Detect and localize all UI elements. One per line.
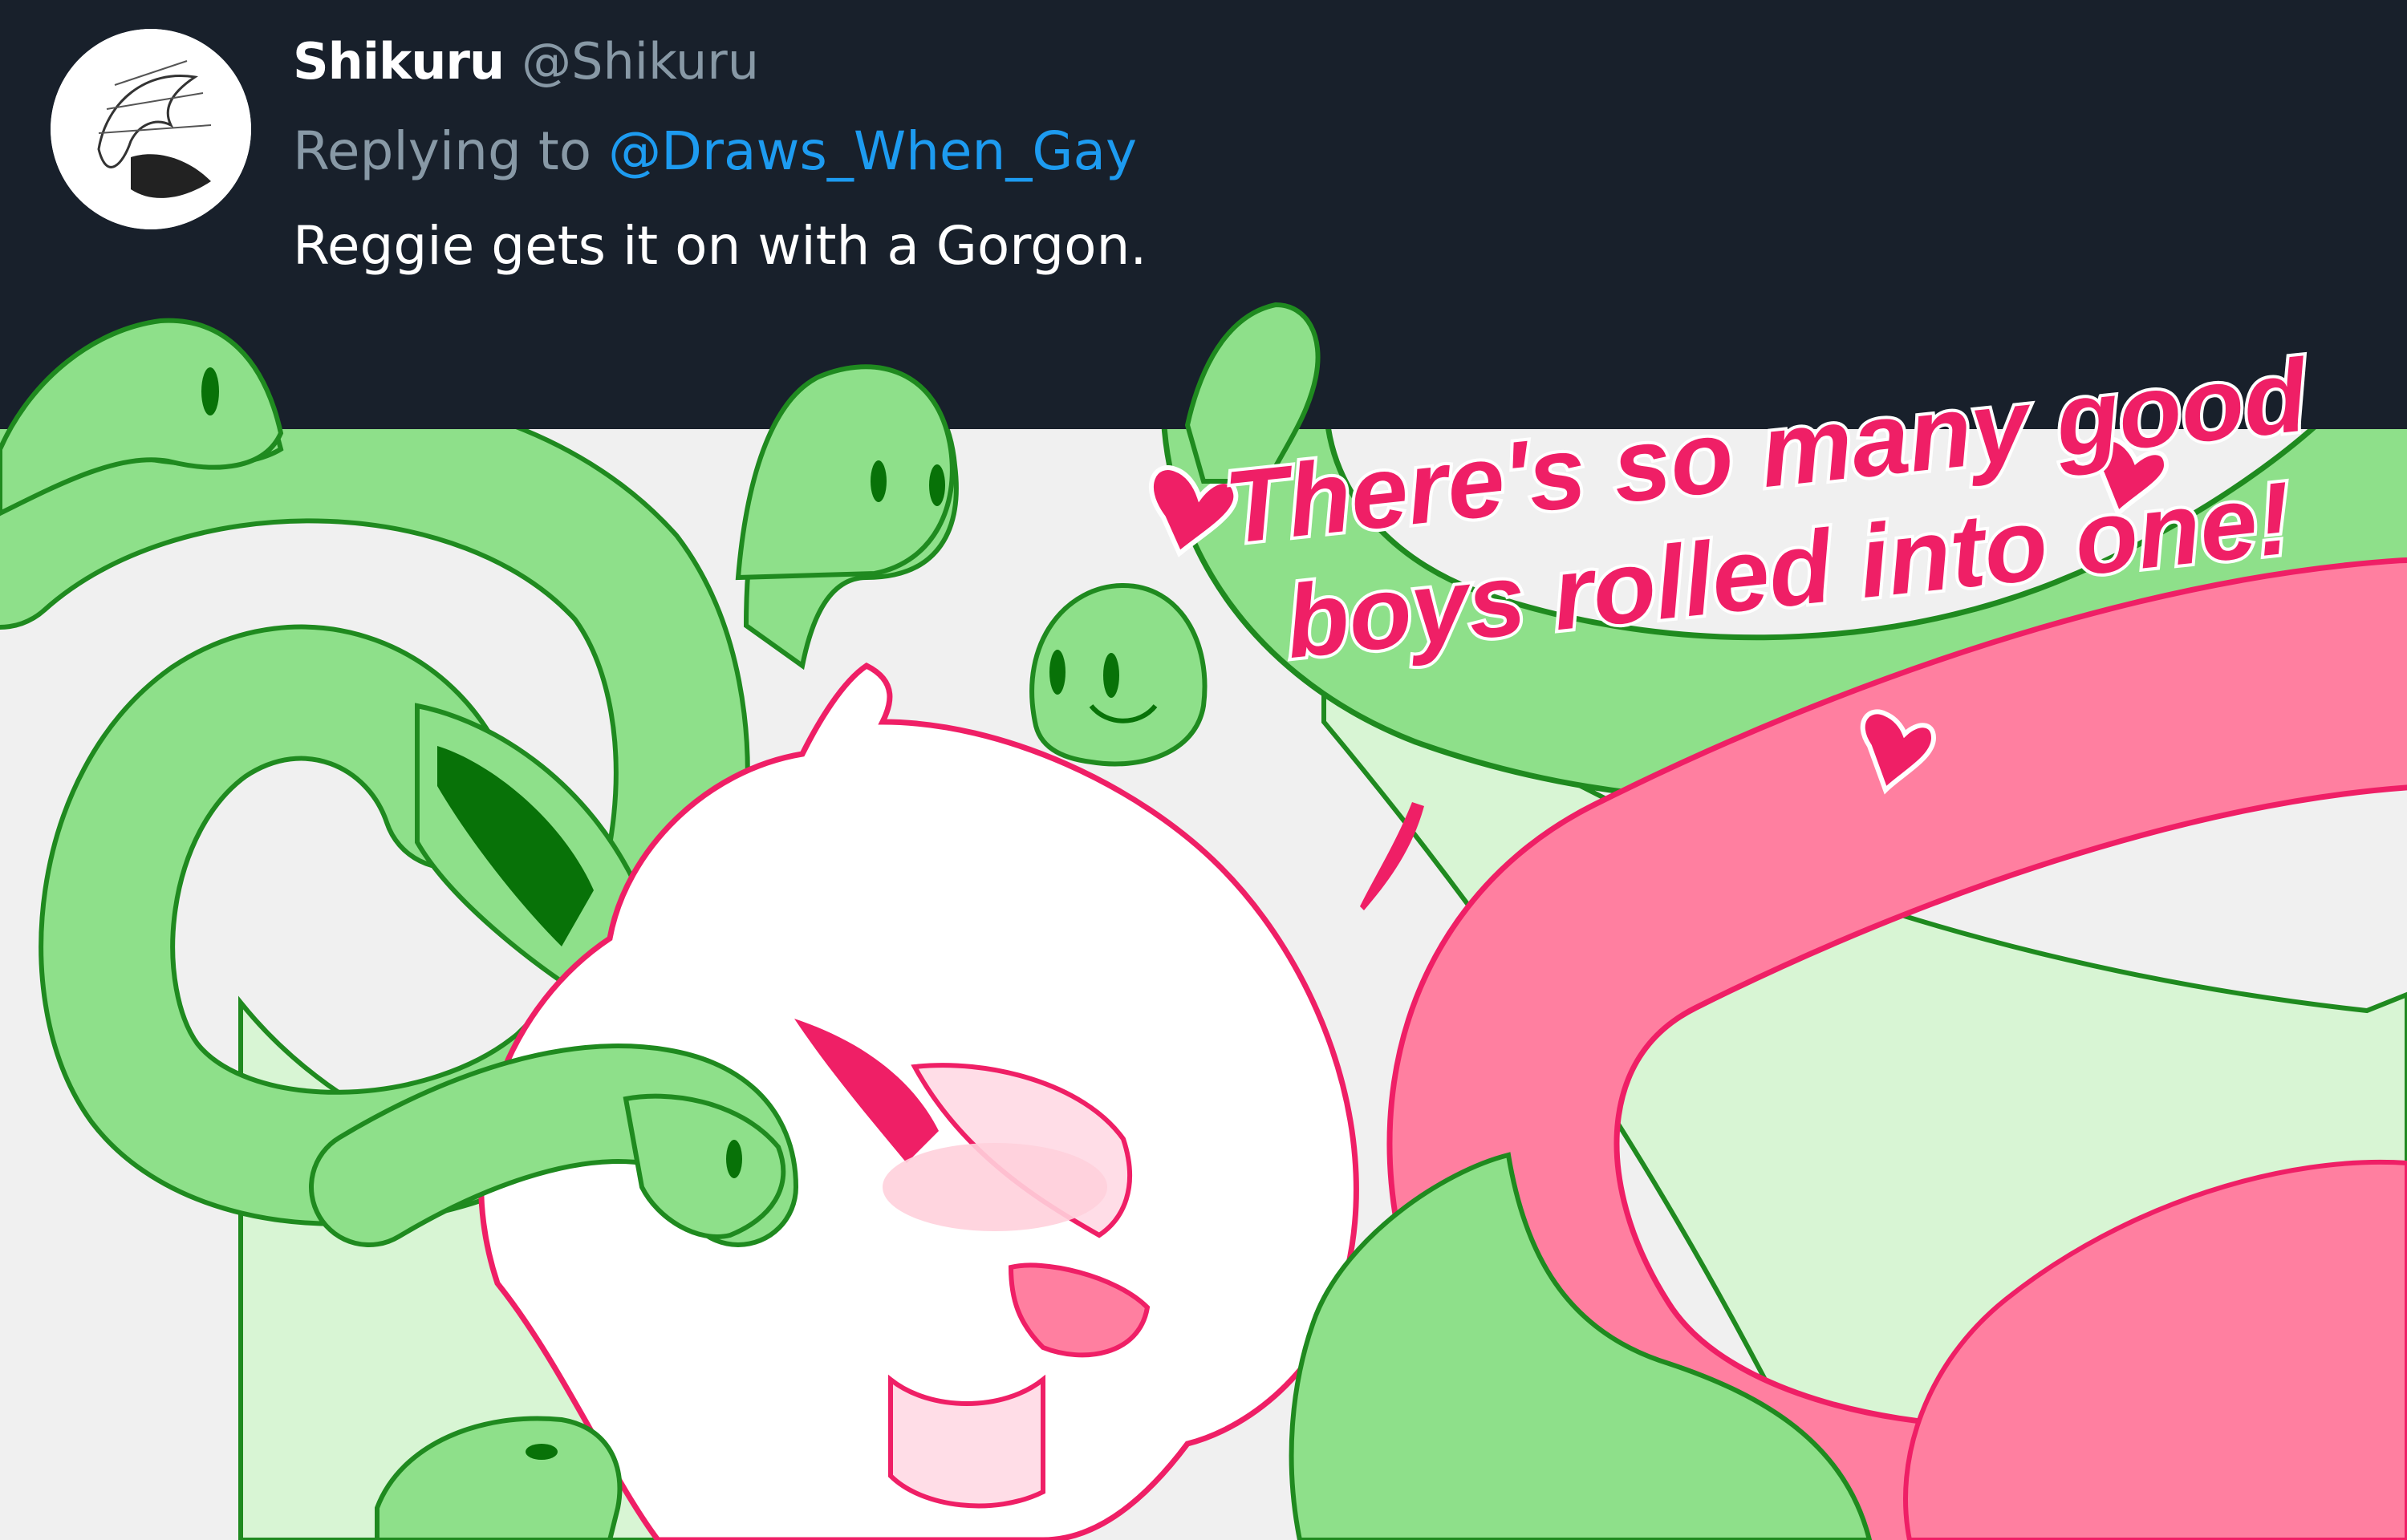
illustration-overlap (0, 302, 1321, 581)
